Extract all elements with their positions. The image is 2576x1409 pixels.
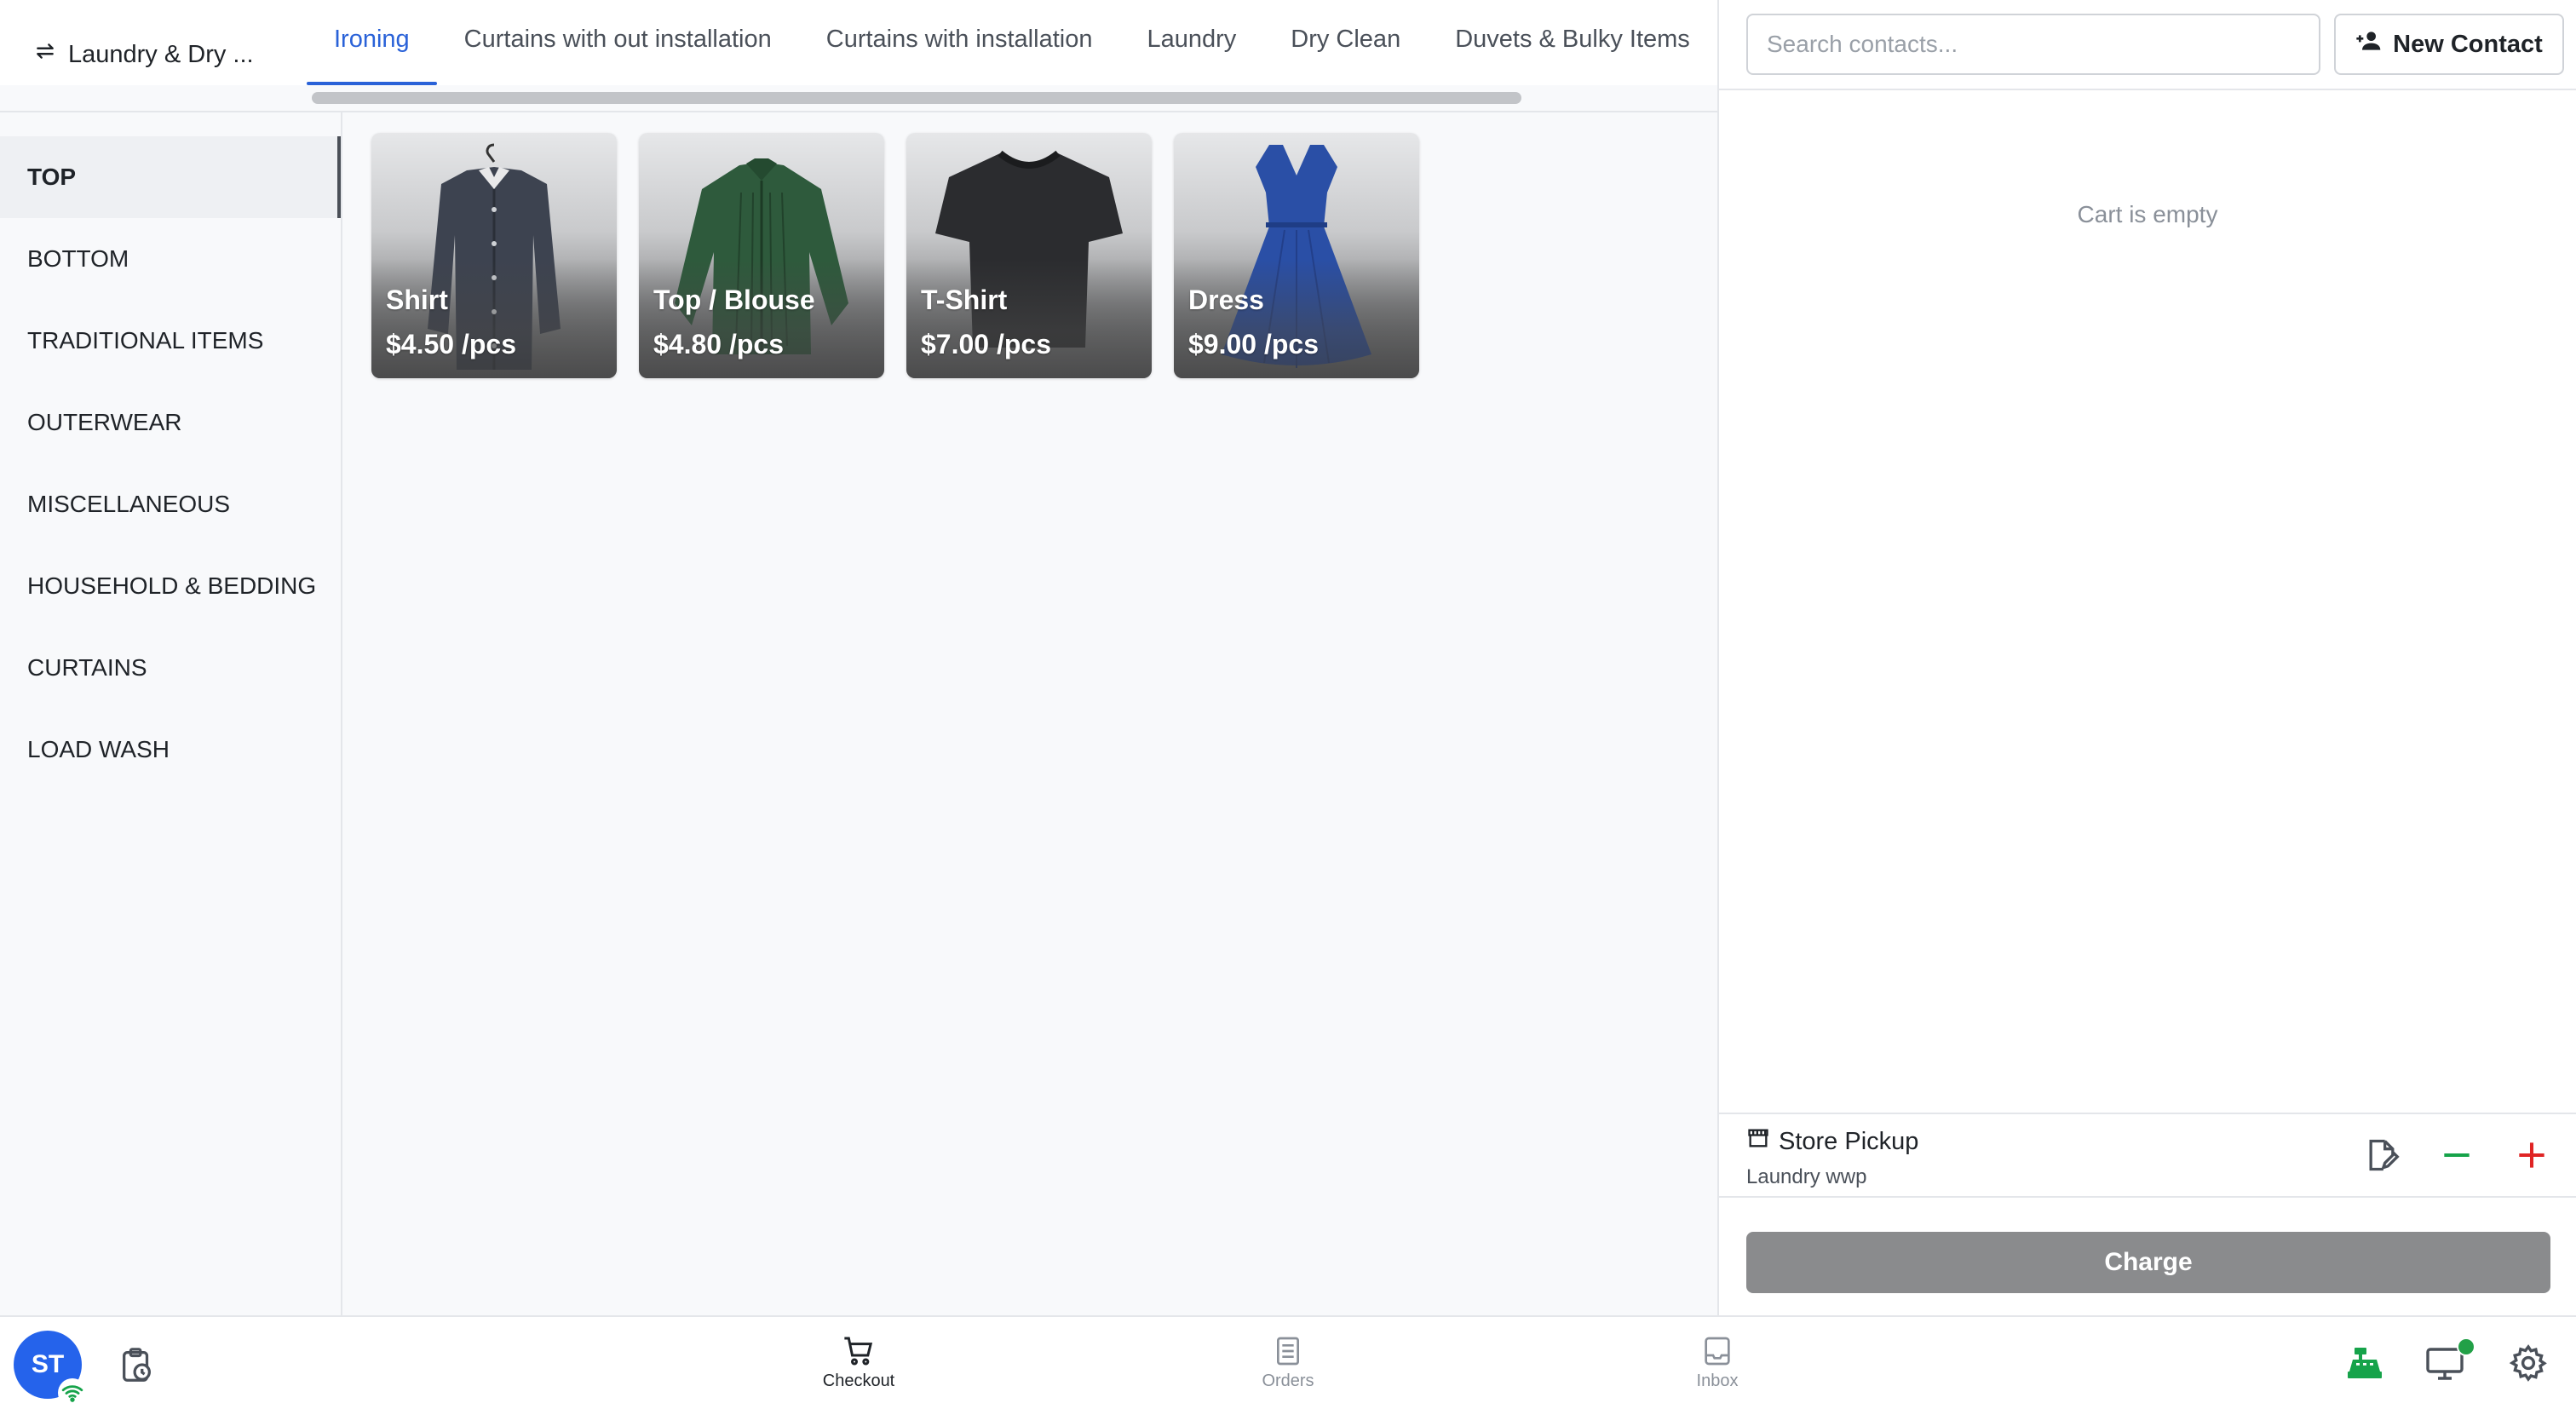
category-miscellaneous[interactable]: MISCELLANEOUS (0, 463, 341, 545)
tab-ironing[interactable]: Ironing (307, 0, 437, 85)
charge-button[interactable]: Charge (1746, 1232, 2550, 1293)
category-traditional-items[interactable]: TRADITIONAL ITEMS (0, 300, 341, 382)
nav-checkout-label: Checkout (822, 1372, 895, 1390)
nav-inbox[interactable]: Inbox (1658, 1334, 1777, 1391)
tabs-scrollbar[interactable] (312, 92, 1521, 104)
tab-duvets-bulky-items[interactable]: Duvets & Bulky Items (1428, 0, 1717, 85)
tab-curtains-with-installation[interactable]: Curtains with installation (799, 0, 1120, 85)
card-shade (371, 259, 617, 378)
edit-note-icon (2369, 1139, 2400, 1171)
new-contact-button[interactable]: New Contact (2334, 14, 2564, 75)
increase-button[interactable] (2513, 1136, 2550, 1174)
card-shade (1174, 259, 1419, 378)
tab-curtains-without-installation[interactable]: Curtains with out installation (437, 0, 799, 85)
store-switcher[interactable]: Laundry & Dry ... (34, 37, 254, 72)
product-grid: Shirt $4.50 /pcs Top / Blouse $4.80 /pcs… (371, 133, 1419, 378)
product-price: $4.80 /pcs (653, 329, 784, 359)
category-bottom[interactable]: BOTTOM (0, 218, 341, 300)
wifi-icon (61, 1385, 83, 1402)
pickup-title: Store Pickup (1779, 1127, 1919, 1155)
cart-empty-text: Cart is empty (2077, 201, 2218, 227)
plus-icon (2519, 1142, 2544, 1168)
pickup-location: Laundry wwp (1746, 1165, 1867, 1188)
gear-icon (2509, 1344, 2547, 1382)
switch-arrows-icon (34, 40, 56, 69)
wifi-status-badge (58, 1378, 87, 1407)
category-outerwear[interactable]: OUTERWEAR (0, 382, 341, 463)
display-status-dot (2457, 1337, 2475, 1356)
cash-register-icon (2348, 1348, 2382, 1378)
cart-icon (844, 1337, 873, 1366)
category-household-bedding[interactable]: HOUSEHOLD & BEDDING (0, 545, 341, 627)
nav-inbox-label: Inbox (1696, 1372, 1739, 1390)
product-price: $7.00 /pcs (921, 329, 1051, 359)
category-sidebar: TOP BOTTOM TRADITIONAL ITEMS OUTERWEAR M… (0, 112, 342, 1315)
category-top[interactable]: TOP (0, 136, 341, 218)
bottom-nav: ST Checkout Orders Inbox (0, 1315, 2576, 1409)
new-contact-label: New Contact (2393, 30, 2543, 58)
top-bar: Laundry & Dry ... Ironing Curtains with … (0, 0, 1717, 85)
card-shade (639, 259, 884, 378)
minus-icon (2444, 1153, 2470, 1158)
divider (1719, 89, 2576, 90)
divider (1719, 1113, 2576, 1114)
settings-button[interactable] (2508, 1343, 2549, 1383)
category-load-wash[interactable]: LOAD WASH (0, 709, 341, 791)
product-name: Top / Blouse (653, 285, 815, 315)
category-curtains[interactable]: CURTAINS (0, 627, 341, 709)
product-price: $4.50 /pcs (386, 329, 516, 359)
edit-note-button[interactable] (2363, 1136, 2401, 1174)
product-name: Dress (1188, 285, 1264, 315)
nav-orders-label: Orders (1262, 1372, 1314, 1390)
cart-panel: New Contact Cart is empty Store Pickup L… (1717, 0, 2576, 1315)
product-name: Shirt (386, 285, 448, 315)
avatar-initials: ST (31, 1350, 65, 1378)
product-card[interactable]: Dress $9.00 /pcs (1174, 133, 1419, 378)
store-name: Laundry & Dry ... (68, 40, 254, 68)
clipboard-clock-icon (123, 1348, 152, 1382)
search-contacts-input[interactable] (1746, 14, 2320, 75)
card-shade (906, 259, 1152, 378)
divider (1719, 1196, 2576, 1198)
orders-list-icon (1277, 1337, 1299, 1366)
catalog-region: Laundry & Dry ... Ironing Curtains with … (0, 0, 1717, 1315)
product-card[interactable]: Shirt $4.50 /pcs (371, 133, 617, 378)
store-pickup[interactable]: Store Pickup Laundry wwp (1746, 1126, 1918, 1189)
add-user-icon (2355, 27, 2383, 61)
store-icon (1746, 1126, 1770, 1157)
product-name: T-Shirt (921, 285, 1008, 315)
pickup-actions (2363, 1136, 2550, 1174)
nav-checkout[interactable]: Checkout (799, 1334, 918, 1391)
decrease-button[interactable] (2438, 1136, 2475, 1174)
product-card[interactable]: T-Shirt $7.00 /pcs (906, 133, 1152, 378)
nav-orders[interactable]: Orders (1228, 1334, 1348, 1391)
product-card[interactable]: Top / Blouse $4.80 /pcs (639, 133, 884, 378)
cash-register-button[interactable] (2344, 1343, 2385, 1383)
inbox-icon (1705, 1337, 1730, 1366)
tab-laundry[interactable]: Laundry (1119, 0, 1263, 85)
tab-dry-clean[interactable]: Dry Clean (1263, 0, 1428, 85)
service-tabs: Ironing Curtains with out installation C… (307, 0, 1717, 85)
clipboard-clock-button[interactable] (118, 1346, 157, 1385)
product-price: $9.00 /pcs (1188, 329, 1319, 359)
